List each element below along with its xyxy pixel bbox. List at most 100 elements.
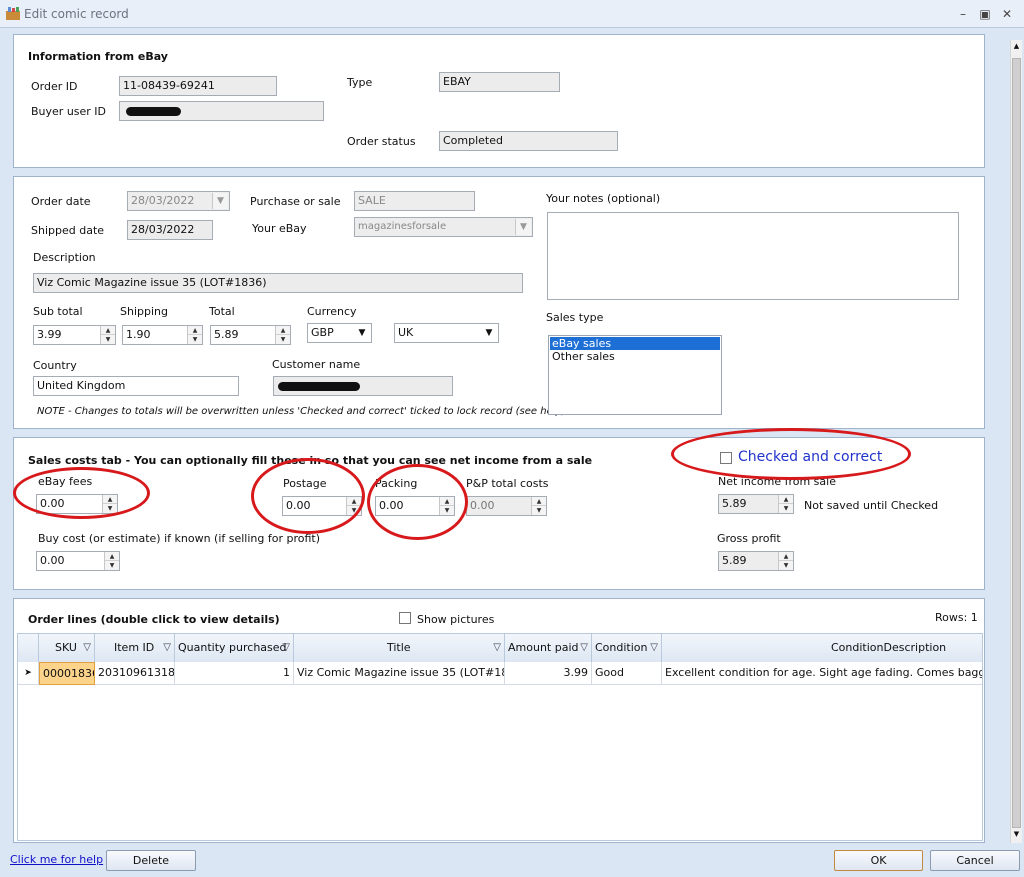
filter-icon[interactable]: ▽	[282, 634, 290, 662]
spin-up-icon[interactable]: ▲	[440, 497, 454, 506]
spin-up-icon[interactable]: ▲	[276, 326, 290, 335]
spin-down-icon[interactable]: ▼	[101, 335, 115, 344]
row-indicator-icon[interactable]: ➤	[18, 662, 39, 685]
order-lines-grid[interactable]: SKU ▽ Item ID ▽ Quantity purchased ▽ Title ▽…	[17, 633, 983, 841]
sales-type-list[interactable]: eBay sales Other sales	[548, 335, 722, 415]
filter-icon[interactable]: ▽	[83, 634, 91, 662]
table-cell-condition-description[interactable]: Excellent condition for age. Sight age f…	[662, 662, 982, 685]
purchase-or-sale-field[interactable]: SALE	[354, 191, 475, 211]
minimize-button[interactable]: –	[954, 5, 972, 23]
purchase-or-sale-label: Purchase or sale	[250, 195, 341, 208]
close-button[interactable]: ✕	[998, 5, 1016, 23]
spin-up-icon[interactable]: ▲	[779, 495, 793, 504]
spin-down-icon[interactable]: ▼	[532, 506, 546, 515]
column-header-amount-paid[interactable]: Amount paid ▽	[505, 634, 592, 662]
list-item[interactable]: eBay sales	[550, 337, 720, 350]
column-header-condition-description[interactable]: ConditionDescription	[662, 634, 982, 662]
table-cell-quantity[interactable]: 1	[175, 662, 294, 685]
sales-type-label: Sales type	[546, 311, 604, 324]
spin-up-icon[interactable]: ▲	[101, 326, 115, 335]
your-ebay-select[interactable]: magazinesforsale ▼	[354, 217, 533, 237]
filter-icon[interactable]: ▽	[493, 634, 501, 662]
table-cell-condition[interactable]: Good	[592, 662, 662, 685]
filter-icon[interactable]: ▽	[163, 634, 171, 662]
vertical-scrollbar[interactable]: ▲ ▼	[1010, 40, 1022, 843]
maximize-button[interactable]: ▣	[976, 5, 994, 23]
spin-up-icon[interactable]: ▲	[347, 497, 361, 506]
table-cell-title[interactable]: Viz Comic Magazine issue 35 (LOT#1836)	[294, 662, 505, 685]
order-date-picker[interactable]: 28/03/2022 ▼	[127, 191, 230, 211]
buy-cost-stepper[interactable]: 0.00 ▲ ▼	[36, 551, 120, 571]
spin-down-icon[interactable]: ▼	[103, 504, 117, 513]
table-cell-sku[interactable]: 00001836	[39, 662, 95, 685]
currency-select[interactable]: GBP ▼	[307, 323, 372, 343]
customer-name-field[interactable]	[273, 376, 453, 396]
spin-down-icon[interactable]: ▼	[105, 561, 119, 570]
order-id-field[interactable]: 11-08439-69241	[119, 76, 277, 96]
show-pictures-label[interactable]: Show pictures	[417, 613, 494, 626]
spin-down-icon[interactable]: ▼	[779, 504, 793, 513]
filter-icon[interactable]: ▽	[650, 634, 658, 662]
buy-cost-label: Buy cost (or estimate) if known (if sell…	[38, 532, 321, 545]
redacted-mark	[278, 382, 360, 391]
postage-label: Postage	[283, 477, 327, 490]
chevron-down-icon[interactable]: ▼	[515, 219, 531, 235]
subtotal-stepper[interactable]: 3.99 ▲ ▼	[33, 325, 116, 345]
column-header-title[interactable]: Title ▽	[294, 634, 505, 662]
packing-stepper[interactable]: 0.00 ▲ ▼	[375, 496, 455, 516]
gross-profit-label: Gross profit	[717, 532, 781, 545]
dialog-body: Information from eBay Order ID 11-08439-…	[0, 28, 1024, 877]
help-link[interactable]: Click me for help	[10, 853, 103, 866]
ebay-fees-label: eBay fees	[38, 475, 93, 488]
spin-down-icon[interactable]: ▼	[276, 335, 290, 344]
checked-and-correct-checkbox[interactable]	[720, 452, 732, 464]
type-field[interactable]: EBAY	[439, 72, 560, 92]
region-select[interactable]: UK ▼	[394, 323, 499, 343]
column-header-item-id[interactable]: Item ID ▽	[95, 634, 175, 662]
column-header-condition[interactable]: Condition ▽	[592, 634, 662, 662]
table-cell-amount[interactable]: 3.99	[505, 662, 592, 685]
buyer-user-id-field[interactable]	[119, 101, 324, 121]
checked-and-correct-label[interactable]: Checked and correct	[738, 449, 882, 465]
spin-down-icon[interactable]: ▼	[779, 561, 793, 570]
country-field[interactable]: United Kingdom	[33, 376, 239, 396]
order-status-field[interactable]: Completed	[439, 131, 618, 151]
gross-profit-stepper[interactable]: 5.89 ▲ ▼	[718, 551, 794, 571]
chevron-down-icon[interactable]: ▼	[481, 325, 497, 341]
description-field[interactable]: Viz Comic Magazine issue 35 (LOT#1836)	[33, 273, 523, 293]
show-pictures-checkbox[interactable]	[399, 612, 411, 624]
pp-total-stepper[interactable]: 0.00 ▲ ▼	[466, 496, 547, 516]
scrollbar-thumb[interactable]	[1012, 58, 1021, 828]
list-item[interactable]: Other sales	[550, 350, 720, 363]
currency-label: Currency	[307, 305, 357, 318]
spin-up-icon[interactable]: ▲	[532, 497, 546, 506]
chevron-down-icon[interactable]: ▼	[212, 193, 228, 209]
spin-up-icon[interactable]: ▲	[779, 552, 793, 561]
spin-up-icon[interactable]: ▲	[105, 552, 119, 561]
net-income-stepper[interactable]: 5.89 ▲ ▼	[718, 494, 794, 514]
filter-icon[interactable]: ▽	[580, 634, 588, 662]
notes-textarea[interactable]	[547, 212, 959, 300]
column-header-sku[interactable]: SKU ▽	[39, 634, 95, 662]
shipping-stepper[interactable]: 1.90 ▲ ▼	[122, 325, 203, 345]
sales-costs-panel: Sales costs tab - You can optionally fil…	[13, 437, 985, 590]
spin-up-icon[interactable]: ▲	[188, 326, 202, 335]
table-cell-item-id[interactable]: 203109613185	[95, 662, 175, 685]
spin-down-icon[interactable]: ▼	[440, 506, 454, 515]
delete-button[interactable]: Delete	[106, 850, 196, 871]
spin-down-icon[interactable]: ▼	[188, 335, 202, 344]
ebay-info-title: Information from eBay	[28, 50, 168, 63]
ebay-fees-stepper[interactable]: 0.00 ▲ ▼	[36, 494, 118, 514]
chevron-down-icon[interactable]: ▼	[354, 325, 370, 341]
postage-stepper[interactable]: 0.00 ▲ ▼	[282, 496, 362, 516]
your-ebay-label: Your eBay	[252, 222, 307, 235]
shipped-date-field[interactable]: 28/03/2022	[127, 220, 213, 240]
scroll-down-icon[interactable]: ▼	[1012, 830, 1021, 838]
spin-down-icon[interactable]: ▼	[347, 506, 361, 515]
scroll-up-icon[interactable]: ▲	[1012, 42, 1021, 50]
ok-button[interactable]: OK	[834, 850, 923, 871]
cancel-button[interactable]: Cancel	[930, 850, 1020, 871]
total-stepper[interactable]: 5.89 ▲ ▼	[210, 325, 291, 345]
column-header-quantity[interactable]: Quantity purchased ▽	[175, 634, 294, 662]
spin-up-icon[interactable]: ▲	[103, 495, 117, 504]
